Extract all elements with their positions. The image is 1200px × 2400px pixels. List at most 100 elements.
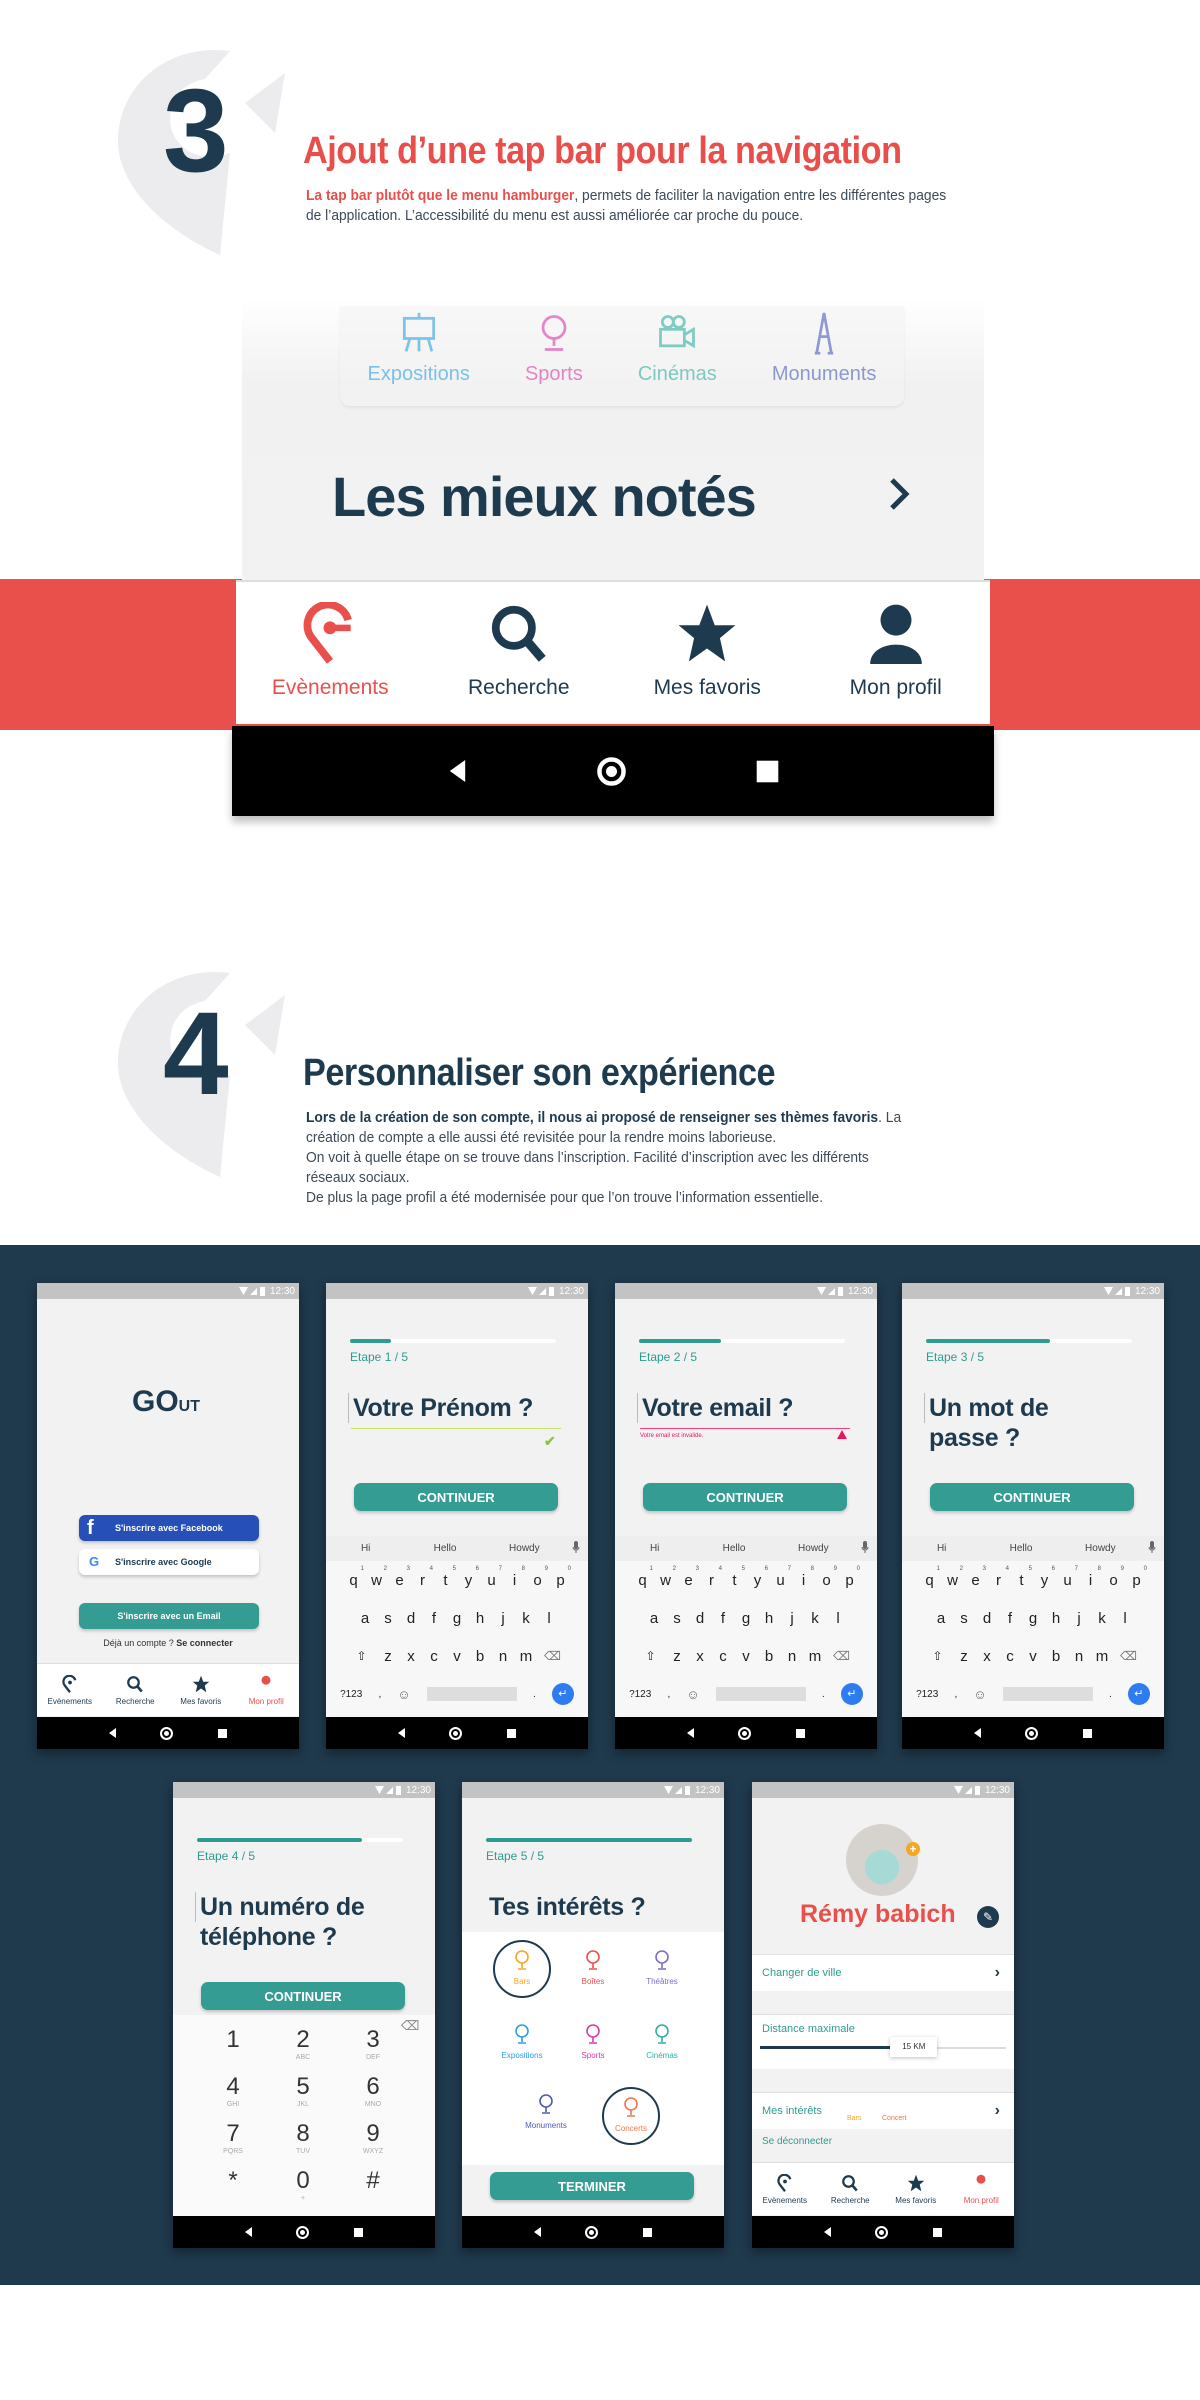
key[interactable]: q1 — [918, 1566, 941, 1589]
facebook-signup-button[interactable]: f S'inscrire avec Facebook — [79, 1515, 259, 1541]
key[interactable]: n — [1068, 1648, 1091, 1665]
google-signup-button[interactable]: G S'inscrire avec Google — [79, 1549, 259, 1575]
recents-nav-icon[interactable] — [217, 1728, 227, 1738]
back-chevron-icon[interactable] — [484, 1810, 496, 1826]
comma-key[interactable]: , — [954, 1689, 957, 1700]
key[interactable]: h — [758, 1610, 781, 1627]
key[interactable]: c — [423, 1648, 446, 1665]
key[interactable]: j — [492, 1610, 515, 1627]
back-nav-icon[interactable] — [534, 2227, 542, 2237]
key[interactable]: m — [515, 1648, 538, 1665]
recents-nav-icon[interactable] — [353, 2227, 363, 2237]
shift-icon[interactable]: ⇧ — [923, 1649, 953, 1663]
key[interactable]: k — [1091, 1610, 1114, 1627]
key[interactable]: o9 — [526, 1566, 549, 1589]
key[interactable]: f — [712, 1610, 735, 1627]
key[interactable]: r4 — [411, 1566, 434, 1589]
home-nav-icon[interactable] — [585, 2225, 599, 2239]
key[interactable]: t5 — [1010, 1566, 1033, 1589]
recents-nav-icon[interactable] — [756, 760, 779, 782]
comma-key[interactable]: , — [378, 1689, 381, 1700]
key[interactable]: b — [758, 1648, 781, 1665]
backspace-icon[interactable]: ⌫ — [538, 1649, 568, 1663]
back-nav-icon[interactable] — [449, 760, 466, 782]
key[interactable]: k — [804, 1610, 827, 1627]
category-sports[interactable]: Sports — [525, 311, 583, 386]
key[interactable]: c — [999, 1648, 1022, 1665]
key[interactable]: y6 — [746, 1566, 769, 1589]
suggestion[interactable]: Howdy — [485, 1543, 564, 1554]
key[interactable]: y6 — [457, 1566, 480, 1589]
suggestion[interactable]: Howdy — [774, 1543, 853, 1554]
enter-icon[interactable]: ↵ — [551, 1683, 574, 1705]
back-nav-icon[interactable] — [398, 1728, 406, 1738]
key[interactable]: w2 — [654, 1566, 677, 1589]
key[interactable]: g — [446, 1610, 469, 1627]
home-nav-icon[interactable] — [738, 1726, 752, 1740]
period-key[interactable]: . — [1109, 1689, 1112, 1700]
finish-button[interactable]: TERMINER — [490, 2172, 694, 2200]
key[interactable]: p0 — [838, 1566, 861, 1589]
key[interactable]: l — [1114, 1610, 1137, 1627]
comma-key[interactable]: , — [667, 1689, 670, 1700]
back-chevron-icon[interactable] — [637, 1311, 649, 1327]
login-link[interactable]: Se connecter — [176, 1638, 233, 1648]
interest-4[interactable]: Sports — [563, 2021, 623, 2060]
key[interactable]: d — [689, 1610, 712, 1627]
back-nav-icon[interactable] — [109, 1728, 117, 1738]
distance-slider-handle[interactable]: 15 KM — [890, 2037, 938, 2057]
key[interactable]: b — [1045, 1648, 1068, 1665]
key[interactable]: g — [735, 1610, 758, 1627]
question-title[interactable]: Votre Prénom ? — [353, 1393, 573, 1423]
key[interactable]: l — [827, 1610, 850, 1627]
tab-evenements[interactable]: Evènements — [255, 602, 405, 724]
question-title[interactable]: Votre email ? — [642, 1393, 862, 1423]
key[interactable]: s — [953, 1610, 976, 1627]
key[interactable]: z — [666, 1648, 689, 1665]
suggestion[interactable]: Hello — [405, 1543, 484, 1554]
question-title[interactable]: Un numéro de téléphone ? — [200, 1892, 380, 1952]
key[interactable]: w2 — [365, 1566, 388, 1589]
key[interactable]: x — [400, 1648, 423, 1665]
suggestion[interactable]: Howdy — [1061, 1543, 1140, 1554]
tab-recherche[interactable]: Recherche — [444, 602, 594, 724]
continue-button[interactable]: CONTINUER — [201, 1982, 405, 2010]
key[interactable]: t5 — [723, 1566, 746, 1589]
interest-5[interactable]: Cinémas — [632, 2021, 692, 2060]
interest-6[interactable]: Monuments — [516, 2091, 576, 2130]
dial-key[interactable]: 5 JKL — [273, 2074, 333, 2110]
recents-nav-icon[interactable] — [1082, 1728, 1092, 1738]
key[interactable]: o9 — [1102, 1566, 1125, 1589]
tab-profil[interactable]: Mon profil — [236, 1675, 296, 1706]
dial-key[interactable]: 2 ABC — [273, 2027, 333, 2063]
dial-key[interactable]: 9 WXYZ — [343, 2121, 403, 2157]
home-nav-icon[interactable] — [296, 2225, 310, 2239]
key[interactable]: u7 — [769, 1566, 792, 1589]
back-nav-icon[interactable] — [974, 1728, 982, 1738]
suggestion[interactable]: Hi — [615, 1543, 694, 1554]
category-monuments[interactable]: Monuments — [772, 311, 876, 386]
home-nav-icon[interactable] — [160, 1726, 174, 1740]
key[interactable]: n — [781, 1648, 804, 1665]
key[interactable]: k — [515, 1610, 538, 1627]
recents-nav-icon[interactable] — [795, 1728, 805, 1738]
key[interactable]: b — [469, 1648, 492, 1665]
key[interactable]: r4 — [987, 1566, 1010, 1589]
tab-profil[interactable]: Mon profil — [951, 2174, 1011, 2205]
category-expositions[interactable]: Expositions — [368, 311, 470, 386]
dial-key[interactable]: # — [343, 2168, 403, 2194]
period-key[interactable]: . — [822, 1689, 825, 1700]
key[interactable]: x — [689, 1648, 712, 1665]
emoji-icon[interactable]: ☺ — [973, 1687, 986, 1702]
key[interactable]: d — [400, 1610, 423, 1627]
key[interactable]: v — [1022, 1648, 1045, 1665]
tab-evenements[interactable]: Evènements — [755, 2173, 815, 2205]
shift-icon[interactable]: ⇧ — [636, 1649, 666, 1663]
shift-icon[interactable]: ⇧ — [347, 1649, 377, 1663]
key[interactable]: y6 — [1033, 1566, 1056, 1589]
chevron-right-icon[interactable] — [884, 474, 914, 514]
back-chevron-icon[interactable] — [348, 1311, 360, 1327]
tab-profil[interactable]: Mon profil — [821, 602, 971, 724]
back-nav-icon[interactable] — [245, 2227, 253, 2237]
dial-key[interactable]: 3 DEF — [343, 2027, 403, 2063]
